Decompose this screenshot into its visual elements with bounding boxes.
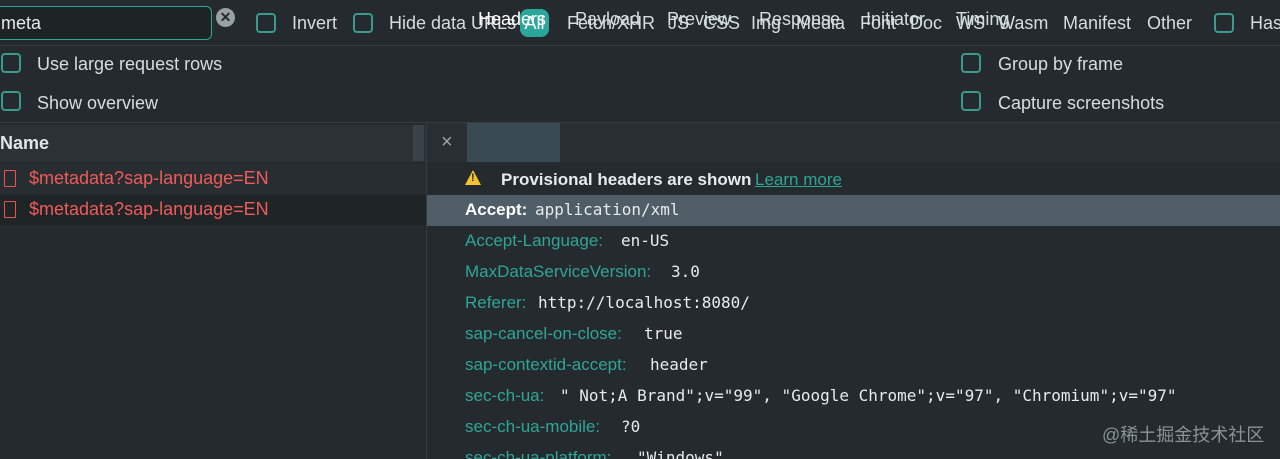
header-value: http://localhost:8080/: [538, 293, 750, 312]
request-name: $metadata?sap-language=EN: [29, 199, 269, 219]
header-key: Referer:: [465, 293, 527, 312]
tab-preview[interactable]: Preview: [667, 9, 731, 30]
document-icon: [4, 201, 16, 218]
show-overview-checkbox[interactable]: [1, 91, 21, 111]
large-rows-label: Use large request rows: [37, 54, 223, 74]
invert-label: Invert: [292, 13, 338, 33]
watermark: @稀土掘金技术社区: [1102, 425, 1265, 445]
tab-headers[interactable]: Headers: [478, 9, 546, 30]
header-key: sec-ch-ua-mobile:: [465, 417, 601, 436]
show-overview-label: Show overview: [37, 93, 159, 113]
header-key: MaxDataServiceVersion:: [465, 262, 652, 281]
header-value: ?0: [621, 417, 641, 436]
header-value: en-US: [621, 231, 670, 250]
request-row[interactable]: $metadata?sap-language=EN: [0, 164, 426, 194]
header-value: "Windows": [637, 448, 724, 459]
header-row[interactable]: MaxDataServiceVersion: 3.0: [427, 257, 1280, 288]
header-value: " Not;A Brand";v="99", "Google Chrome";v…: [560, 386, 1177, 405]
header-key: sap-cancel-on-close:: [465, 324, 622, 343]
header-row[interactable]: sap-cancel-on-close: true: [427, 319, 1280, 350]
has-blocked-cookies-label: Has: [1250, 13, 1280, 33]
type-filter-manifest[interactable]: Manifest: [1063, 13, 1131, 34]
request-row-selected[interactable]: $metadata?sap-language=EN: [0, 195, 426, 225]
header-row[interactable]: Referer: http://localhost:8080/: [427, 288, 1280, 319]
tab-initiator[interactable]: Initiator: [866, 9, 925, 30]
header-row[interactable]: sap-contextid-accept: header: [427, 350, 1280, 381]
header-key: Accept-Language:: [465, 231, 603, 250]
close-icon[interactable]: ×: [441, 131, 453, 154]
header-row-highlighted[interactable]: Accept: application/xml: [427, 195, 1280, 226]
filter-input[interactable]: [0, 6, 212, 40]
header-value: 3.0: [671, 262, 700, 281]
tab-timing[interactable]: Timing: [956, 9, 1009, 30]
header-key: sec-ch-ua:: [465, 386, 545, 405]
tab-payload[interactable]: Payload: [575, 9, 640, 30]
header-key: sec-ch-ua-platform:: [465, 448, 612, 459]
type-filter-other[interactable]: Other: [1147, 13, 1192, 34]
invert-checkbox[interactable]: [256, 13, 276, 33]
capture-screenshots-label: Capture screenshots: [998, 93, 1165, 113]
clear-filter-icon[interactable]: ✕: [216, 8, 235, 27]
large-rows-checkbox[interactable]: [1, 53, 21, 73]
group-by-frame-checkbox[interactable]: [961, 53, 981, 73]
warning-icon-mark: !: [471, 172, 475, 184]
header-key: Accept:: [465, 200, 528, 219]
name-column-label: Name: [0, 133, 50, 153]
toolbar-divider: [0, 45, 1280, 46]
header-value: header: [650, 355, 708, 374]
header-row[interactable]: sec-ch-ua: " Not;A Brand";v="99", "Googl…: [427, 381, 1280, 412]
has-blocked-cookies-checkbox[interactable]: [1214, 13, 1234, 33]
document-icon: [4, 170, 16, 187]
header-key: sap-contextid-accept:: [465, 355, 627, 374]
learn-more-link[interactable]: Learn more: [755, 170, 842, 190]
header-value: true: [644, 324, 683, 343]
provisional-warning: Provisional headers are shown: [501, 170, 752, 189]
header-row[interactable]: Accept-Language: en-US: [427, 226, 1280, 257]
header-value: application/xml: [535, 200, 680, 219]
hide-data-urls-checkbox[interactable]: [353, 13, 373, 33]
request-name: $metadata?sap-language=EN: [29, 168, 269, 188]
column-scrollbar[interactable]: [413, 125, 424, 161]
name-column-header[interactable]: Name: [0, 125, 426, 162]
capture-screenshots-checkbox[interactable]: [961, 91, 981, 111]
tab-response[interactable]: Response: [759, 9, 840, 30]
tab-headers-active[interactable]: [467, 123, 560, 162]
group-by-frame-label: Group by frame: [998, 54, 1124, 74]
